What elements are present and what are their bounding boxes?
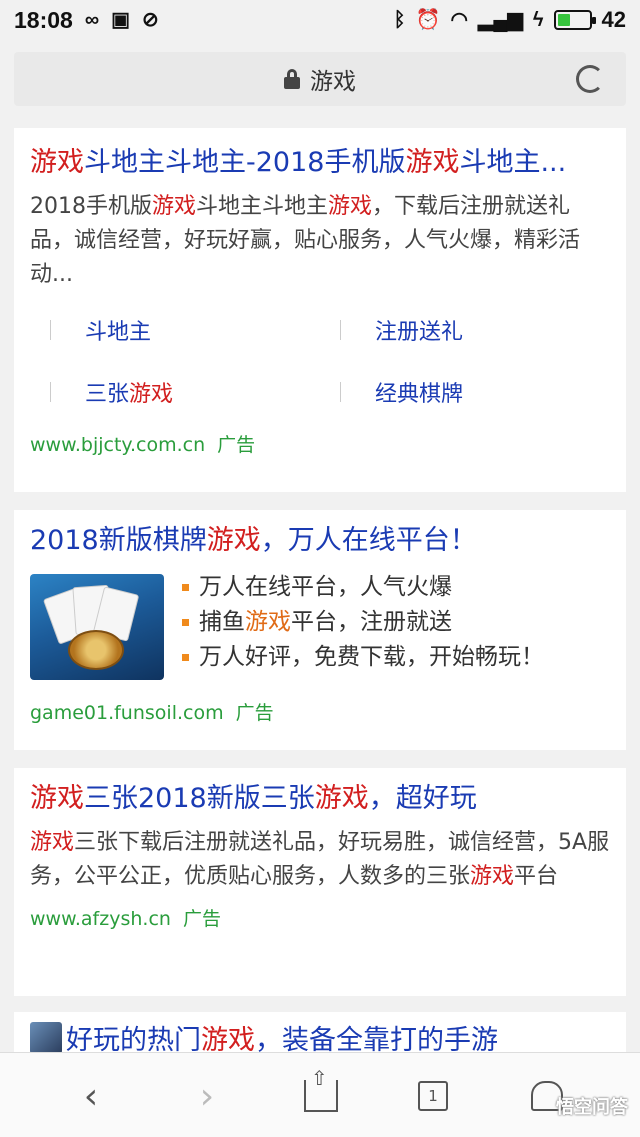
sitelink-doudizhu[interactable]: 斗地主	[30, 314, 320, 346]
tabs-icon[interactable]: 1	[408, 1071, 458, 1121]
highlight-keyword: 游戏	[30, 783, 84, 814]
text-segment: 万人在线平台，人气火爆	[199, 574, 452, 600]
result-description: 2018手机版游戏斗地主斗地主游戏，下载后注册就送礼品，诚信经营，好玩好赢，贴心…	[30, 190, 610, 292]
result-url: game01.funsoil.com 广告	[30, 698, 610, 725]
highlight-keyword: 游戏	[245, 609, 291, 635]
highlight-keyword: 游戏	[314, 783, 369, 814]
back-icon[interactable]: ‹	[66, 1071, 116, 1121]
text-segment: 经典棋牌	[375, 382, 464, 407]
text-segment: 注册送礼	[375, 320, 464, 345]
highlight-keyword: 游戏	[30, 830, 75, 855]
clock: 18:08	[14, 6, 73, 33]
share-icon[interactable]	[296, 1066, 346, 1121]
list-item: 万人在线平台，人气火爆	[182, 570, 544, 605]
result-title[interactable]: 2018新版棋牌游戏，万人在线平台！	[30, 524, 610, 558]
avatar	[30, 1022, 62, 1054]
status-bar: 18:08 ∞ ▣ ⊘ ᛒ ⏰ ◠ ▂▄▆ ϟ 42	[0, 0, 640, 40]
lock-icon	[284, 69, 300, 89]
ad-label: 广告	[217, 434, 256, 456]
highlight-keyword: 游戏	[129, 382, 174, 407]
charging-icon: ϟ	[532, 9, 544, 31]
text-segment: 斗地主...	[459, 147, 567, 178]
text-segment: 捕鱼	[199, 609, 245, 635]
url-text: game01.funsoil.com	[30, 702, 224, 724]
highlight-keyword: 游戏	[206, 525, 261, 556]
feature-list: 万人在线平台，人气火爆 捕鱼 游戏 平台，注册就送 万人好评，免费下载，开始畅玩！	[182, 570, 544, 680]
page-title: 游戏	[310, 69, 356, 95]
list-item: 万人好评，免费下载，开始畅玩！	[182, 640, 544, 675]
text-segment: 斗地主斗地主	[196, 194, 329, 219]
text-segment: 斗地主斗地主-2018手机版	[84, 147, 406, 178]
reload-icon[interactable]	[576, 65, 604, 93]
result-url: www.bjjcty.com.cn 广告	[30, 430, 610, 457]
tab-count: 1	[418, 1081, 448, 1111]
infinity-icon: ∞	[84, 9, 100, 31]
list-item: 捕鱼 游戏 平台，注册就送	[182, 605, 544, 640]
battery-percent: 42	[601, 7, 626, 32]
text-segment: 三张2018新版三张	[84, 783, 315, 814]
sitelink-classic-cards[interactable]: 经典棋牌	[320, 376, 610, 408]
battery-icon	[553, 10, 596, 30]
text-segment: ，万人在线平台！	[260, 525, 477, 556]
text-segment: 三张	[85, 382, 130, 407]
bluetooth-icon: ᛒ	[393, 9, 406, 31]
text-segment: 平台，注册就送	[291, 609, 452, 635]
highlight-keyword: 游戏	[470, 864, 515, 889]
bottom-navigation: ‹ › 1 悟空问答	[0, 1052, 640, 1137]
highlight-keyword: 游戏	[328, 194, 373, 219]
wifi-icon: ◠	[450, 9, 468, 31]
signal-icon: ▂▄▆	[477, 9, 523, 31]
text-segment: 2018手机版	[30, 194, 152, 219]
notification-icon: ▣	[111, 9, 130, 31]
result-url: www.afzysh.cn 广告	[30, 904, 610, 931]
url-text: www.afzysh.cn	[30, 908, 171, 930]
alarm-icon: ⏰	[415, 9, 441, 31]
address-bar[interactable]: 游戏	[14, 52, 626, 106]
result-description: 游戏三张下载后注册就送礼品，好玩易胜，诚信经营，5A服务，公平公正，优质贴心服务…	[30, 826, 610, 894]
highlight-keyword: 游戏	[152, 194, 197, 219]
search-result[interactable]: 2018新版棋牌游戏，万人在线平台！ 万人在线平台，人气火爆 捕鱼 游戏 平台，注册…	[14, 510, 626, 750]
watermark-logo: 悟空问答	[556, 1097, 628, 1118]
result-title[interactable]: 游戏斗地主斗地主-2018手机版游戏斗地主...	[30, 146, 610, 180]
sitelinks: 斗地主 注册送礼 三张 游戏 经典棋牌	[30, 314, 610, 408]
result-title[interactable]: 游戏三张2018新版三张游戏，超好玩	[30, 782, 610, 816]
text-segment: 平台	[514, 864, 559, 889]
sitelink-register-gift[interactable]: 注册送礼	[320, 314, 610, 346]
ad-label: 广告	[182, 908, 221, 930]
ad-label: 广告	[235, 702, 274, 724]
text-segment: 2018新版棋牌	[30, 525, 207, 556]
text-segment: 万人好评，免费下载，开始畅玩！	[199, 644, 544, 670]
highlight-keyword: 游戏	[30, 147, 84, 178]
blocked-icon: ⊘	[142, 9, 159, 31]
game-thumbnail-image[interactable]	[30, 574, 164, 680]
highlight-keyword: 游戏	[405, 147, 460, 178]
search-result[interactable]: 游戏三张2018新版三张游戏，超好玩 游戏三张下载后注册就送礼品，好玩易胜，诚信…	[14, 768, 626, 996]
forward-icon[interactable]: ›	[182, 1071, 232, 1121]
url-text: www.bjjcty.com.cn	[30, 434, 206, 456]
sitelink-three-cards[interactable]: 三张 游戏	[30, 376, 320, 408]
search-result[interactable]: 游戏斗地主斗地主-2018手机版游戏斗地主... 2018手机版游戏斗地主斗地主…	[14, 128, 626, 492]
text-segment: 斗地主	[85, 320, 152, 345]
text-segment: ，超好玩	[368, 783, 477, 814]
